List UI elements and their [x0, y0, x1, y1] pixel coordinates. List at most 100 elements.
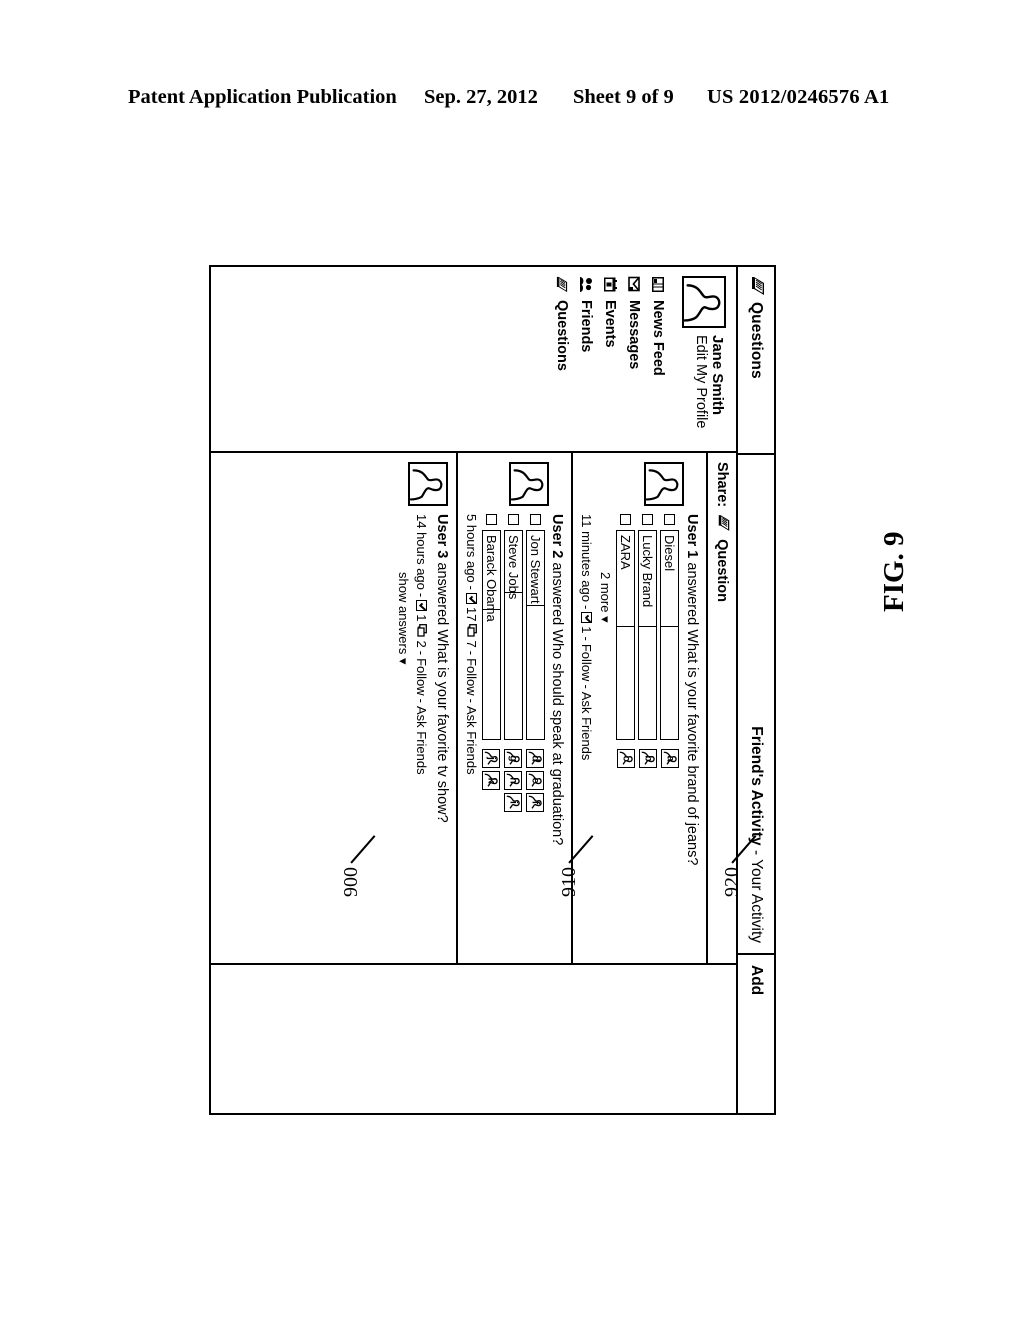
answer-row[interactable]: Steve Jobs g h i: [503, 514, 523, 955]
post-question[interactable]: What is your favorite tv show?: [434, 629, 450, 822]
voter-avatar[interactable]: d: [526, 749, 545, 768]
feed-column: Share: Question User 1 answered What is …: [211, 453, 736, 965]
meta-separator: -: [413, 650, 429, 656]
voter-avatar[interactable]: c: [616, 749, 635, 768]
avatar: [644, 462, 684, 506]
answer-checkbox[interactable]: [485, 514, 497, 525]
answer-label: ZARA: [618, 535, 634, 570]
vote-check-icon: [465, 593, 477, 605]
post-body: User 1 answered What is your favorite br…: [579, 514, 700, 955]
patent-number: US 2012/0246576 A1: [707, 86, 890, 108]
post-headline: User 3 answered What is your favorite tv…: [433, 514, 450, 955]
add-rail: [211, 965, 736, 1113]
sidebar-item-friends[interactable]: Friends: [574, 276, 598, 443]
sidebar-item-news-feed[interactable]: News Feed: [646, 276, 670, 443]
meta-separator: -: [413, 698, 429, 703]
voter-avatar[interactable]: j: [482, 749, 501, 768]
answer-list: Diesel a Lucky Brand b ZARA c: [616, 514, 680, 955]
answer-bar[interactable]: Steve Jobs: [503, 530, 523, 740]
sidebar-nav: News Feed Messages Events Friends Questi…: [550, 276, 670, 443]
answer-row[interactable]: Barack Obama j k: [481, 514, 501, 955]
answer-row[interactable]: Diesel a: [660, 514, 680, 955]
ask-friends-link[interactable]: Ask Friends: [579, 692, 594, 761]
sidebar-item-events[interactable]: Events: [598, 276, 622, 443]
answer-voters: a: [660, 749, 679, 768]
meta-separator: -: [413, 592, 429, 598]
share-question-button[interactable]: Question: [714, 539, 730, 602]
voter-letter: b: [642, 755, 655, 762]
voter-avatar[interactable]: i: [504, 793, 523, 812]
sidebar-item-label: Messages: [626, 300, 642, 370]
ask-friends-link[interactable]: Ask Friends: [414, 706, 429, 775]
more-answers-label: 2 more: [598, 572, 614, 613]
voter-avatar[interactable]: g: [504, 749, 523, 768]
voter-letter: i: [507, 801, 520, 804]
voter-avatar[interactable]: k: [482, 771, 501, 790]
publication-label: Patent Application Publication: [128, 86, 397, 108]
publication-date: Sep. 27, 2012: [424, 86, 538, 108]
answer-voters: g h i: [504, 749, 523, 812]
answer-checkbox[interactable]: [664, 514, 676, 525]
add-column-header: Add: [738, 955, 774, 1113]
answer-row[interactable]: Lucky Brand b: [638, 514, 658, 955]
social-network-window: Questions Friend's Activity - Your Activ…: [209, 265, 776, 1115]
user-silhouette-icon: [511, 469, 544, 501]
answer-checkbox[interactable]: [529, 514, 541, 525]
follow-link[interactable]: Follow: [464, 658, 479, 696]
voter-avatar[interactable]: e: [526, 771, 545, 790]
answer-bar[interactable]: ZARA: [616, 530, 636, 740]
comment-bubble-icon: [467, 624, 477, 638]
sidebar: Jane Smith Edit My Profile News Feed Mes…: [211, 267, 736, 453]
edit-my-profile-link[interactable]: Edit My Profile: [693, 335, 709, 428]
follow-link[interactable]: Follow: [414, 658, 429, 696]
follow-link[interactable]: Follow: [579, 644, 594, 682]
post-body: User 3 answered What is your favorite tv…: [395, 514, 450, 955]
answer-checkbox[interactable]: [642, 514, 654, 525]
post-question[interactable]: What is your favorite brand of jeans?: [684, 629, 700, 865]
more-answers-toggle[interactable]: 2 more ▾: [597, 572, 613, 955]
ask-friends-link[interactable]: Ask Friends: [464, 706, 479, 775]
comment-count: 2: [413, 640, 429, 648]
vote-count: 1: [413, 614, 429, 622]
post-question[interactable]: Who should speak at graduation?: [549, 629, 565, 845]
show-answers-toggle[interactable]: show answers ▾: [395, 572, 411, 955]
voter-avatar[interactable]: b: [638, 749, 657, 768]
chevron-down-icon: ▾: [598, 616, 614, 623]
sidebar-item-questions[interactable]: Questions: [550, 276, 574, 443]
answer-label: Diesel: [662, 535, 678, 572]
meta-separator: -: [463, 585, 479, 591]
profile-block[interactable]: Jane Smith Edit My Profile: [682, 276, 726, 443]
questions-title: Questions: [748, 302, 765, 379]
tab-friends-activity[interactable]: Friend's Activity: [748, 726, 765, 845]
sheet-number: Sheet 9 of 9: [573, 86, 674, 108]
user-silhouette-icon: [646, 469, 679, 501]
comment-bubble-icon: [417, 624, 427, 638]
answer-checkbox[interactable]: [620, 514, 632, 525]
post-meta: 11 minutes ago - 1 - Follow - Ask Friend…: [579, 514, 594, 955]
answer-bar[interactable]: Diesel: [660, 530, 680, 740]
voter-avatar[interactable]: h: [504, 771, 523, 790]
answer-checkbox[interactable]: [507, 514, 519, 525]
post-author[interactable]: User 3: [434, 514, 450, 558]
post-body: User 2 answered Who should speak at grad…: [463, 514, 565, 955]
answer-row[interactable]: Jon Stewart d e f: [525, 514, 545, 955]
calendar-icon: [604, 277, 617, 292]
post-verb: answered: [684, 562, 700, 626]
sidebar-item-messages[interactable]: Messages: [622, 276, 646, 443]
post-author[interactable]: User 2: [549, 514, 565, 558]
avatar: [509, 462, 550, 506]
voter-letter: a: [664, 755, 677, 762]
add-button[interactable]: Add: [747, 965, 765, 995]
answer-bar[interactable]: Barack Obama: [481, 530, 501, 740]
answer-bar[interactable]: Jon Stewart: [525, 530, 545, 740]
tab-your-activity[interactable]: Your Activity: [748, 859, 765, 943]
voter-letter: d: [529, 755, 542, 762]
voter-avatar[interactable]: a: [660, 749, 679, 768]
answer-row[interactable]: ZARA c: [616, 514, 636, 955]
post-verb: answered: [433, 562, 450, 626]
avatar: [682, 276, 726, 328]
answer-bar[interactable]: Lucky Brand: [638, 530, 658, 740]
post-author[interactable]: User 1: [684, 514, 700, 558]
vote-count: 17: [463, 607, 479, 622]
voter-avatar[interactable]: f: [526, 793, 545, 812]
